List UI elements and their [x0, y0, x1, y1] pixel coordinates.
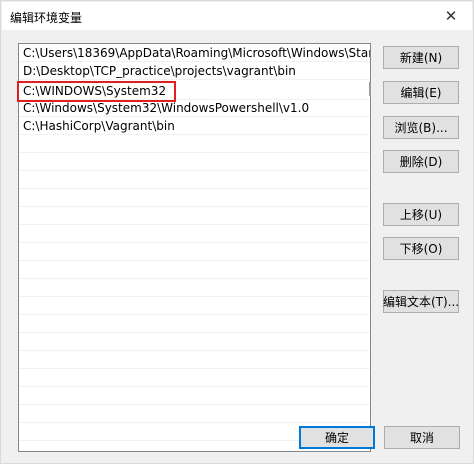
dialog-title: 编辑环境变量 [10, 11, 83, 25]
title-bar[interactable]: 编辑环境变量 ✕ [2, 2, 472, 30]
empty-row [19, 189, 370, 207]
edit-text-button[interactable]: 编辑文本(T)... [383, 290, 459, 313]
empty-row [19, 387, 370, 405]
move-down-button[interactable]: 下移(O) [383, 237, 459, 260]
empty-row [19, 351, 370, 369]
ok-button[interactable]: 确定 [299, 426, 375, 449]
empty-row [19, 297, 370, 315]
close-icon[interactable]: ✕ [430, 2, 472, 30]
delete-button[interactable]: 删除(D) [383, 150, 459, 173]
empty-row [19, 225, 370, 243]
browse-button[interactable]: 浏览(B)... [383, 116, 459, 139]
list-item[interactable]: C:\HashiCorp\Vagrant\bin [19, 117, 370, 135]
empty-row [19, 153, 370, 171]
empty-row [19, 261, 370, 279]
edit-caret-marker [369, 82, 371, 96]
list-item[interactable]: C:\Users\18369\AppData\Roaming\Microsoft… [19, 44, 370, 62]
empty-row [19, 207, 370, 225]
empty-row [19, 243, 370, 261]
empty-row [19, 405, 370, 423]
empty-row [19, 333, 370, 351]
cancel-button[interactable]: 取消 [384, 426, 460, 449]
red-highlight-annotation [17, 81, 176, 102]
new-button[interactable]: 新建(N) [383, 46, 459, 69]
edit-env-var-dialog: 编辑环境变量 ✕ C:\Users\18369\AppData\Roaming\… [0, 0, 474, 464]
empty-row [19, 135, 370, 153]
path-list[interactable]: C:\Users\18369\AppData\Roaming\Microsoft… [18, 43, 371, 452]
move-up-button[interactable]: 上移(U) [383, 203, 459, 226]
list-item[interactable]: D:\Desktop\TCP_practice\projects\vagrant… [19, 62, 370, 80]
edit-button[interactable]: 编辑(E) [383, 81, 459, 104]
empty-row [19, 369, 370, 387]
empty-row [19, 171, 370, 189]
empty-row [19, 279, 370, 297]
empty-row [19, 315, 370, 333]
